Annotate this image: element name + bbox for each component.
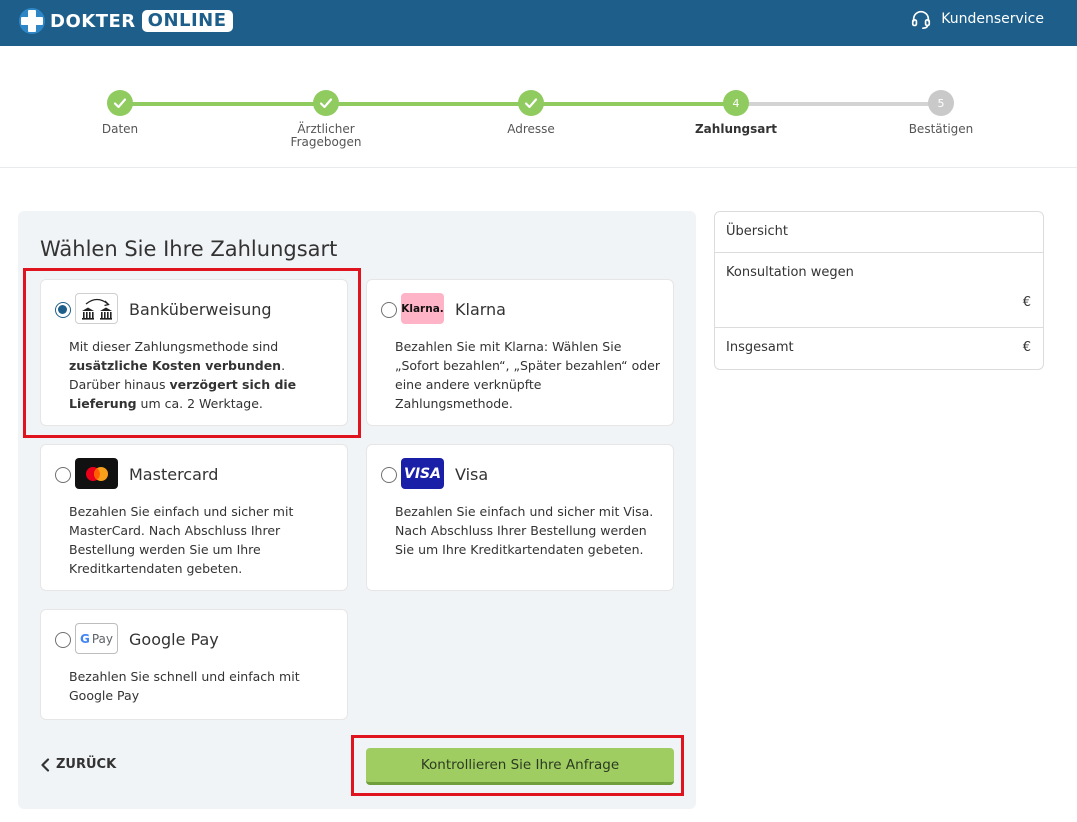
payment-option-description: Bezahlen Sie einfach und sicher mit Visa…	[395, 504, 654, 557]
summary-divider	[715, 327, 1043, 328]
customer-service-label: Kundenservice	[941, 11, 1044, 27]
step-daten[interactable]: Daten	[40, 90, 200, 136]
logo-text-online: ONLINE	[141, 10, 233, 32]
step-label: Daten	[101, 122, 139, 136]
payment-option-description: Bezahlen Sie mit Klarna: Wählen Sie „Sof…	[395, 339, 661, 411]
summary-total-price: €	[1022, 340, 1031, 355]
step-label: Bestätigen	[908, 122, 974, 136]
step-fragebogen[interactable]: Ärztlicher Fragebogen	[246, 90, 406, 149]
order-summary: Übersicht Konsultation wegen € Insgesamt…	[714, 211, 1044, 370]
back-label: ZURÜCK	[56, 757, 117, 772]
radio-visa[interactable]	[381, 467, 397, 483]
step-number: 5	[928, 90, 954, 116]
step-bestaetigen: 5 Bestätigen	[861, 90, 1021, 136]
payment-option-name: Google Pay	[129, 630, 219, 649]
payment-panel: Wählen Sie Ihre Zahlungsart Banküberweis…	[18, 211, 696, 809]
dokter-online-logo[interactable]: DOKTER ONLINE	[18, 8, 233, 34]
progress-track-done	[120, 102, 737, 106]
google-pay-logo: G Pay	[75, 623, 118, 654]
checkmark-icon	[107, 90, 133, 116]
step-zahlungsart: 4 Zahlungsart	[656, 90, 816, 136]
page-title: Wählen Sie Ihre Zahlungsart	[40, 237, 338, 261]
payment-option-description: Bezahlen Sie schnell und einfach mit Goo…	[69, 669, 300, 703]
step-label: Ärztlicher Fragebogen	[290, 122, 362, 149]
review-request-button[interactable]: Kontrollieren Sie Ihre Anfrage	[366, 748, 674, 785]
payment-option-mastercard[interactable]: Mastercard Bezahlen Sie einfach und sich…	[40, 444, 348, 591]
payment-option-klarna[interactable]: Klarna. Klarna Bezahlen Sie mit Klarna: …	[366, 279, 674, 426]
payment-option-name: Visa	[455, 465, 489, 484]
step-adresse[interactable]: Adresse	[451, 90, 611, 136]
summary-consultation-label: Konsultation wegen	[726, 265, 854, 280]
step-label: Zahlungsart	[694, 122, 778, 136]
payment-option-google-pay[interactable]: G Pay Google Pay Bezahlen Sie schnell un…	[40, 609, 348, 720]
step-label: Adresse	[507, 122, 555, 136]
logo-text-dokter: DOKTER	[50, 10, 136, 32]
radio-klarna[interactable]	[381, 302, 397, 318]
summary-title: Übersicht	[726, 224, 788, 239]
medical-cross-icon	[18, 8, 48, 34]
customer-service-link[interactable]: Kundenservice	[910, 8, 1044, 30]
klarna-logo: Klarna.	[401, 293, 444, 324]
back-button[interactable]: ZURÜCK	[40, 757, 116, 772]
summary-total-label: Insgesamt	[726, 340, 794, 355]
summary-divider	[715, 252, 1043, 253]
chevron-left-icon	[41, 757, 50, 772]
visa-logo: VISA	[401, 458, 444, 489]
headset-icon	[912, 10, 931, 29]
payment-option-name: Mastercard	[129, 465, 219, 484]
checkmark-icon	[313, 90, 339, 116]
payment-option-visa[interactable]: VISA Visa Bezahlen Sie einfach und siche…	[366, 444, 674, 591]
top-header: DOKTER ONLINE Kundenservice	[0, 0, 1077, 46]
payment-option-name: Klarna	[455, 300, 506, 319]
radio-mastercard[interactable]	[55, 467, 71, 483]
checkmark-icon	[518, 90, 544, 116]
summary-consultation-price: €	[1022, 295, 1031, 310]
mastercard-logo	[75, 458, 118, 489]
highlight-box-bank-transfer	[23, 268, 361, 438]
radio-google-pay[interactable]	[55, 632, 71, 648]
payment-option-description: Bezahlen Sie einfach und sicher mit Mast…	[69, 504, 294, 576]
progress-stepper: Daten Ärztlicher Fragebogen Adresse 4 Za…	[0, 46, 1077, 168]
step-number: 4	[723, 90, 749, 116]
